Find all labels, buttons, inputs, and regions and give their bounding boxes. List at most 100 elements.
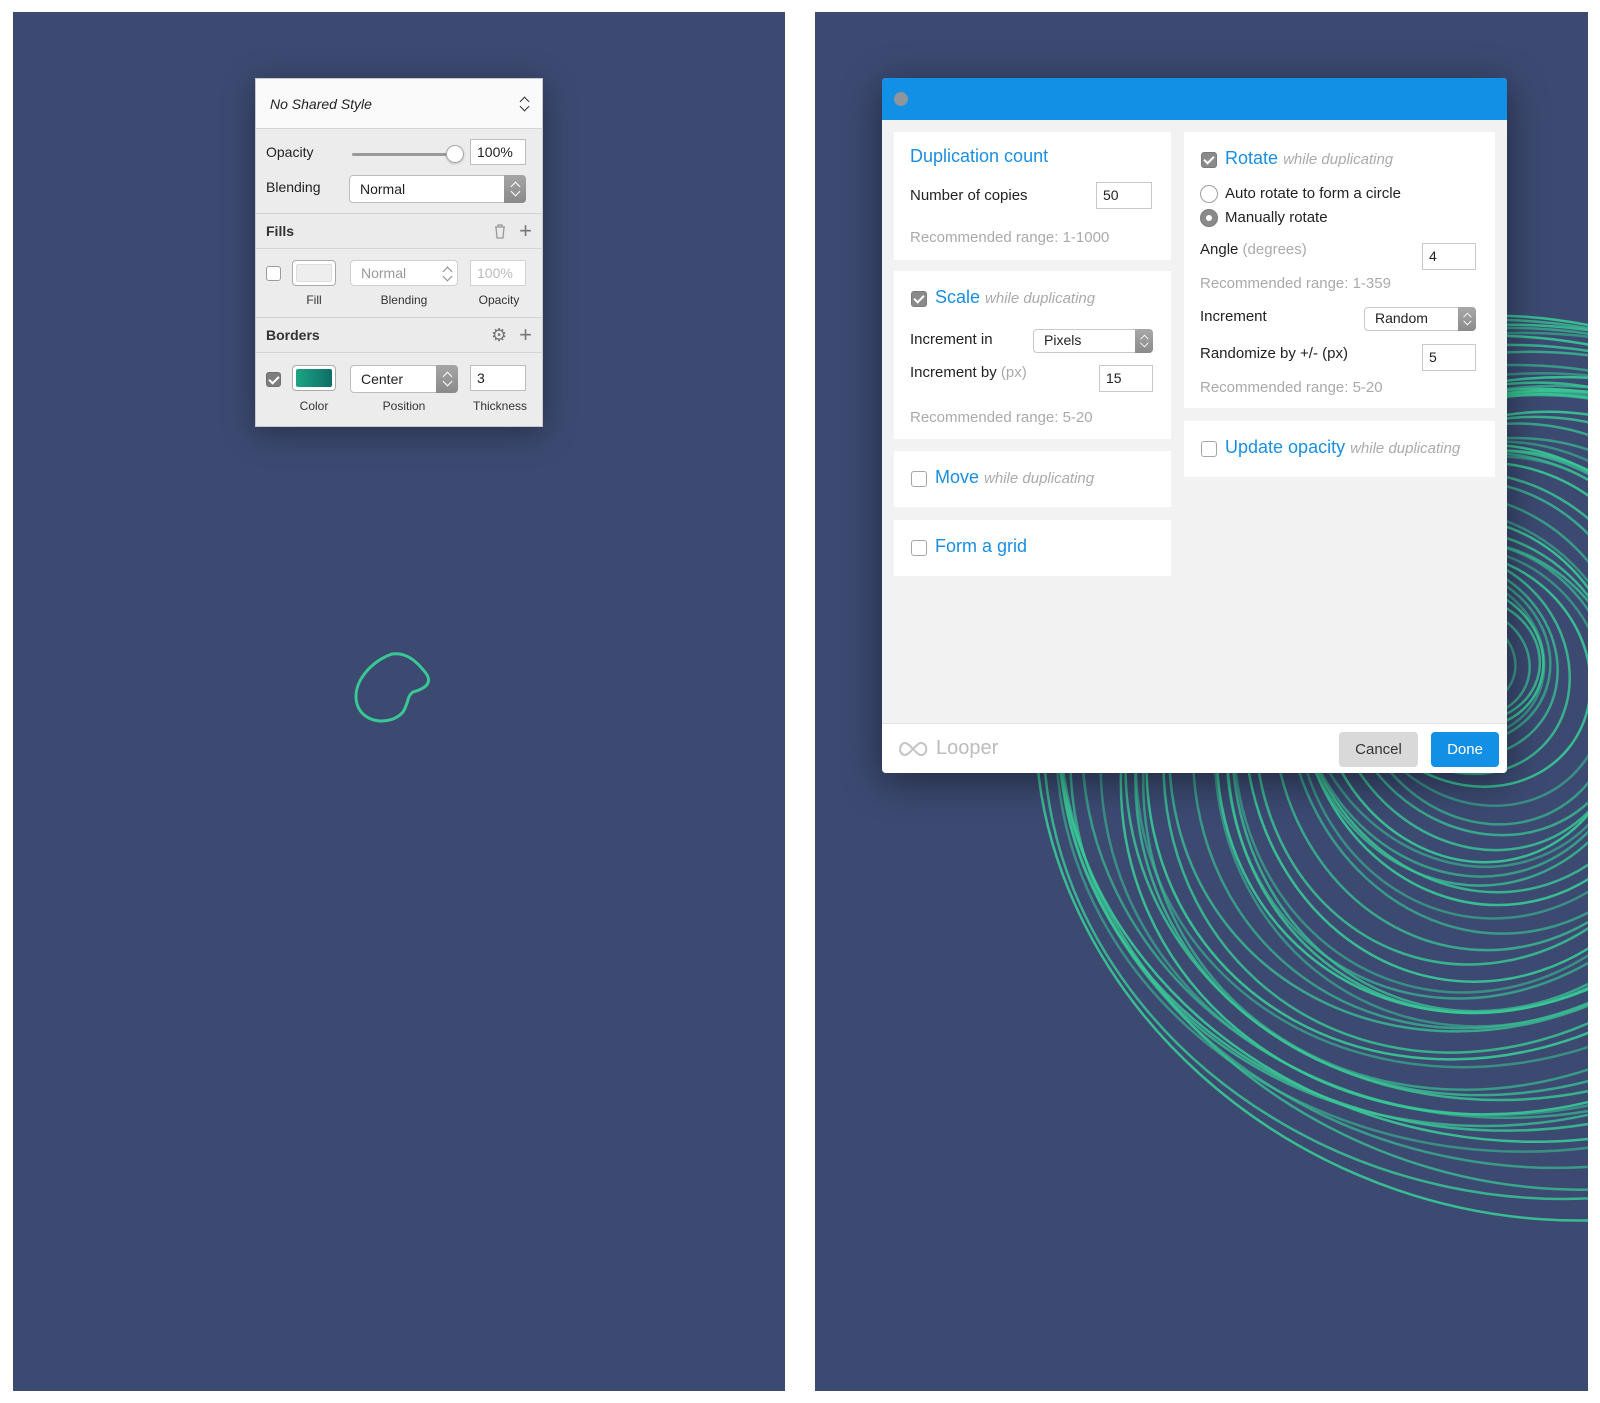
- border-position-select[interactable]: Center: [350, 365, 458, 393]
- increment-by-input[interactable]: 15: [1099, 365, 1153, 392]
- increment-by-unit: (px): [1000, 364, 1027, 381]
- duplication-card: Duplication count Number of copies 50 Re…: [894, 132, 1171, 260]
- move-checkbox[interactable]: [911, 471, 927, 487]
- rotate-title: Rotate while duplicating: [1225, 148, 1393, 169]
- dialog-titlebar: [882, 78, 1507, 120]
- border-position-caption: Position: [382, 399, 426, 413]
- opacity-row: Opacity 100%: [256, 129, 542, 177]
- trash-icon[interactable]: [493, 223, 507, 239]
- increment-by-label: Increment by (px): [910, 364, 1027, 381]
- angle-unit: (degrees): [1242, 241, 1307, 258]
- dialog-footer: Looper Cancel Done: [882, 723, 1507, 773]
- increment-label: Increment: [1200, 308, 1267, 325]
- chevron-updown-icon: [1462, 312, 1472, 326]
- looper-dialog: Duplication count Number of copies 50 Re…: [882, 78, 1507, 773]
- fill-blending-caption: Blending: [380, 293, 428, 307]
- fill-blending-select[interactable]: Normal: [350, 260, 458, 286]
- border-enabled-checkbox[interactable]: [266, 372, 281, 387]
- blending-select[interactable]: Normal: [349, 175, 526, 203]
- rotate-checkbox[interactable]: [1201, 152, 1217, 168]
- move-title-text: Move: [935, 467, 980, 487]
- opacity-slider-track[interactable]: [352, 153, 454, 156]
- border-color-caption: Color: [299, 399, 329, 413]
- randomize-input[interactable]: 5: [1422, 344, 1476, 371]
- border-position-value: Center: [361, 371, 404, 387]
- blending-value: Normal: [360, 181, 406, 197]
- borders-title: Borders: [266, 327, 320, 343]
- fill-caption: Fill: [306, 293, 322, 307]
- border-thickness-caption: Thickness: [472, 399, 528, 413]
- copies-label: Number of copies: [910, 187, 1028, 204]
- shared-style-select[interactable]: No Shared Style: [256, 79, 542, 129]
- fill-enabled-checkbox[interactable]: [266, 266, 281, 281]
- shared-style-label: No Shared Style: [270, 95, 372, 112]
- gear-icon[interactable]: ⚙: [491, 326, 507, 344]
- manual-rotate-radio[interactable]: [1200, 209, 1218, 227]
- move-title: Move while duplicating: [935, 467, 1094, 488]
- blending-label: Blending: [266, 179, 321, 195]
- opacity-title: Update opacity while duplicating: [1225, 437, 1460, 458]
- chevron-updown-icon: [1139, 334, 1149, 348]
- grid-checkbox[interactable]: [911, 540, 927, 556]
- increment-in-select[interactable]: Pixels: [1033, 329, 1153, 353]
- brand-name: Looper: [936, 737, 999, 759]
- auto-rotate-radio[interactable]: [1200, 185, 1218, 203]
- opacity-title-text: Update opacity: [1225, 437, 1346, 457]
- opacity-subtitle: while duplicating: [1350, 440, 1461, 457]
- opacity-input[interactable]: 100%: [470, 139, 526, 165]
- border-thickness-input[interactable]: 3: [470, 365, 526, 391]
- increment-value: Random: [1375, 310, 1428, 326]
- cancel-button[interactable]: Cancel: [1339, 732, 1418, 767]
- scale-title: Scale while duplicating: [935, 287, 1095, 308]
- border-row: Center 3 Color Position Thickness: [256, 353, 542, 427]
- randomize-hint: Recommended range: 5-20: [1200, 379, 1383, 396]
- style-inspector: No Shared Style Opacity 100% Blending No…: [255, 78, 543, 427]
- manual-rotate-label: Manually rotate: [1225, 209, 1328, 226]
- rotate-card: Rotate while duplicating Auto rotate to …: [1184, 132, 1495, 408]
- scale-title-text: Scale: [935, 287, 981, 307]
- opacity-card: Update opacity while duplicating: [1184, 421, 1495, 477]
- borders-header: Borders ⚙ +: [256, 317, 542, 353]
- scale-checkbox[interactable]: [911, 291, 927, 307]
- chevron-updown-icon: [441, 371, 453, 387]
- scale-subtitle: while duplicating: [985, 290, 1096, 307]
- move-card: Move while duplicating: [894, 451, 1171, 507]
- rotate-title-text: Rotate: [1225, 148, 1279, 168]
- done-button[interactable]: Done: [1431, 732, 1499, 767]
- increment-select[interactable]: Random: [1364, 307, 1476, 331]
- fill-blending-value: Normal: [361, 265, 407, 281]
- opacity-checkbox[interactable]: [1201, 441, 1217, 457]
- add-border-icon[interactable]: +: [519, 324, 532, 346]
- randomize-label: Randomize by +/- (px): [1200, 345, 1348, 362]
- blending-row: Blending Normal: [256, 175, 542, 215]
- grid-card: Form a grid: [894, 520, 1171, 576]
- scale-card: Scale while duplicating Increment in Pix…: [894, 271, 1171, 439]
- copies-input[interactable]: 50: [1096, 182, 1152, 209]
- add-fill-icon[interactable]: +: [519, 220, 532, 242]
- looper-brand: Looper: [896, 737, 998, 760]
- fills-title: Fills: [266, 223, 295, 239]
- angle-hint: Recommended range: 1-359: [1200, 275, 1391, 292]
- duplication-title: Duplication count: [910, 146, 1049, 166]
- opacity-label: Opacity: [266, 144, 314, 160]
- chevron-updown-icon: [509, 181, 521, 197]
- angle-label: Angle (degrees): [1200, 241, 1307, 258]
- angle-input[interactable]: 4: [1422, 243, 1476, 270]
- angle-label-text: Angle: [1200, 241, 1239, 258]
- canvas-right: Duplication count Number of copies 50 Re…: [815, 12, 1588, 1391]
- increment-in-label: Increment in: [910, 331, 993, 348]
- fill-color-swatch[interactable]: [292, 260, 336, 286]
- increment-in-value: Pixels: [1044, 332, 1082, 348]
- scale-hint: Recommended range: 5-20: [910, 409, 1093, 426]
- grid-title: Form a grid: [935, 536, 1028, 556]
- opacity-slider-knob[interactable]: [446, 145, 464, 163]
- copies-hint: Recommended range: 1-1000: [910, 229, 1110, 246]
- rotate-subtitle: while duplicating: [1283, 151, 1394, 168]
- infinity-icon: [899, 741, 928, 756]
- blob-shape: [354, 652, 430, 723]
- chevron-updown-icon: [518, 96, 530, 112]
- fills-header: Fills +: [256, 213, 542, 249]
- fill-opacity-input[interactable]: 100%: [470, 260, 526, 286]
- border-color-swatch[interactable]: [292, 365, 336, 391]
- close-dot-icon[interactable]: [894, 92, 908, 106]
